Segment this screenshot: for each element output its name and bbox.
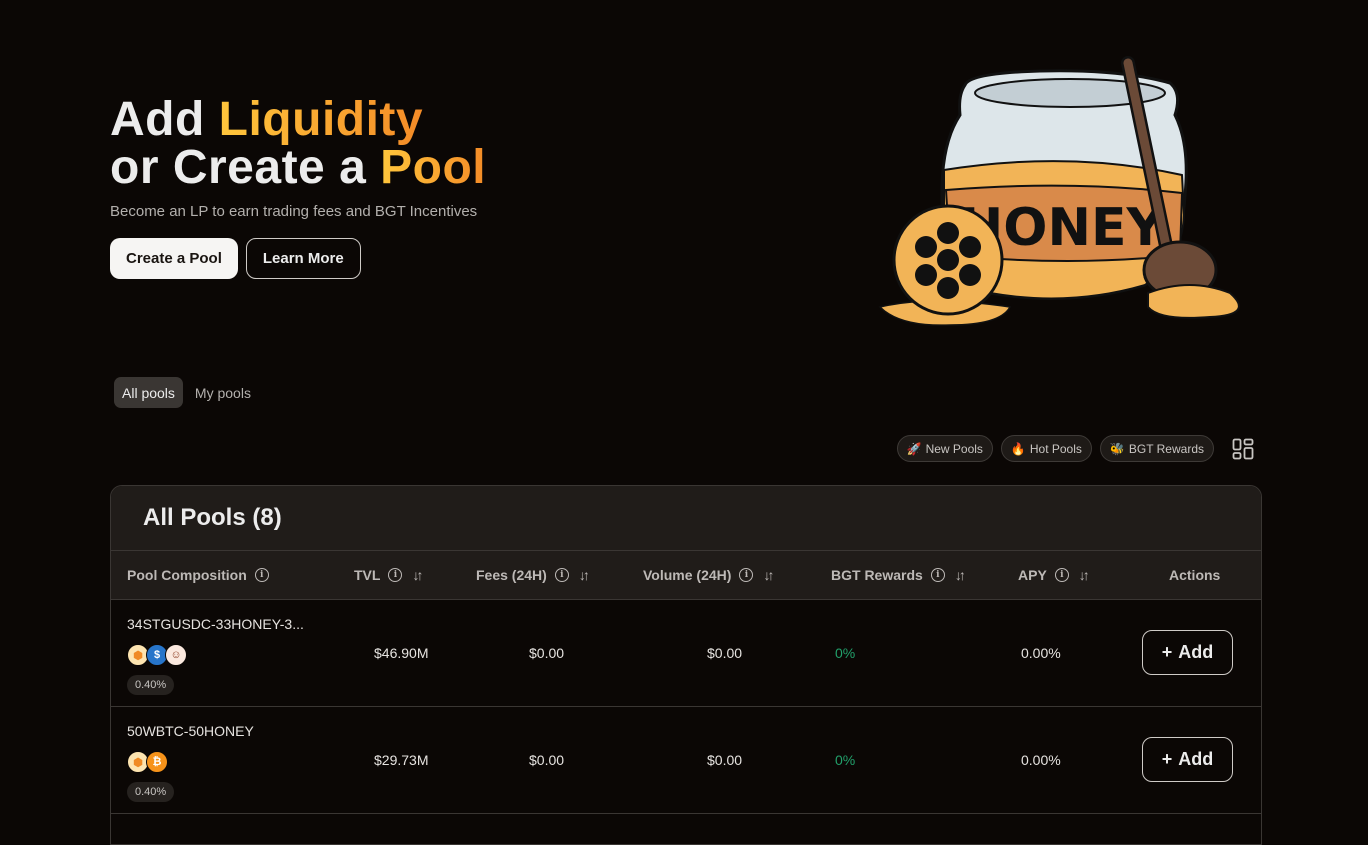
add-label: Add — [1178, 642, 1214, 662]
volume-value: $0.00 — [707, 752, 743, 768]
learn-more-button[interactable]: Learn More — [245, 238, 361, 279]
bgt-rewards-value: 0% — [835, 752, 856, 768]
sort-icon[interactable]: ↓↑ — [955, 567, 966, 583]
info-icon[interactable]: i — [388, 568, 403, 582]
col-label: TVL — [354, 567, 381, 583]
rocket-icon: 🚀 — [906, 441, 922, 456]
tvl-value: $29.73M — [374, 752, 429, 768]
pool-tabs: All pools My pools — [114, 377, 259, 408]
grid-layout-icon — [1232, 438, 1254, 459]
pools-table-card: All Pools (8) Pool Composition i TVL i ↓… — [110, 485, 1262, 845]
fees-value: $0.00 — [529, 752, 565, 768]
fee-badge: 0.40% — [127, 675, 175, 695]
grid-view-toggle[interactable] — [1230, 436, 1256, 462]
title-line1-plain: Add — [110, 93, 219, 146]
pool-name[interactable]: 50WBTC-50HONEY — [127, 723, 254, 739]
table-row[interactable]: 34STGUSDC-33HONEY-3... ⬢ $ ☺ 0.40% $46.9… — [111, 600, 1261, 707]
add-label: Add — [1178, 749, 1214, 769]
page-title: Add Liquidity or Create a Pool — [110, 96, 486, 192]
bear-token-icon: ☺ — [165, 644, 187, 666]
title-line2-plain: or Create a — [110, 141, 381, 194]
filter-label: BGT Rewards — [1128, 441, 1204, 456]
sort-icon[interactable]: ↓↑ — [1079, 567, 1090, 583]
filter-label: Hot Pools — [1029, 441, 1082, 456]
tvl-value: $46.90M — [374, 645, 429, 661]
add-liquidity-button[interactable]: + Add — [1142, 737, 1233, 782]
table-title: All Pools (8) — [111, 486, 1261, 551]
col-volume[interactable]: Volume (24H) i ↓↑ — [643, 551, 774, 599]
create-pool-button[interactable]: Create a Pool — [110, 238, 238, 279]
apy-value: 0.00% — [1021, 645, 1061, 661]
bgt-rewards-value: 0% — [835, 645, 856, 661]
bee-icon: 🐝 — [1109, 441, 1125, 456]
col-actions: Actions — [1169, 551, 1220, 599]
tab-my-pools[interactable]: My pools — [187, 377, 259, 408]
col-label: Actions — [1169, 567, 1221, 583]
col-label: Fees (24H) — [476, 567, 547, 583]
col-label: Pool Composition — [127, 567, 247, 583]
title-line1-accent: Liquidity — [218, 93, 424, 146]
wbtc-token-icon: ₿ — [146, 751, 168, 773]
col-fees[interactable]: Fees (24H) i ↓↑ — [476, 551, 590, 599]
token-icons: ⬢ $ ☺ — [127, 644, 187, 666]
info-icon[interactable]: i — [1054, 568, 1069, 582]
filter-chips: 🚀 New Pools 🔥 Hot Pools 🐝 BGT Rewards — [896, 435, 1256, 462]
filter-label: New Pools — [925, 441, 983, 456]
hero-section: Add Liquidity or Create a Pool Become an… — [110, 96, 486, 279]
apy-value: 0.00% — [1021, 752, 1061, 768]
col-label: BGT Rewards — [831, 567, 923, 583]
volume-value: $0.00 — [707, 645, 743, 661]
info-icon[interactable]: i — [739, 568, 754, 582]
info-icon[interactable]: i — [930, 568, 945, 582]
table-header: Pool Composition i TVL i ↓↑ Fees (24H) i… — [111, 551, 1261, 600]
fee-badge: 0.40% — [127, 782, 175, 802]
token-icons: ⬢ ₿ — [127, 751, 168, 773]
filter-bgt-rewards[interactable]: 🐝 BGT Rewards — [1099, 435, 1214, 462]
col-label: Volume (24H) — [643, 567, 732, 583]
hero-subtitle: Become an LP to earn trading fees and BG… — [110, 203, 478, 220]
sort-icon[interactable]: ↓↑ — [412, 567, 423, 583]
fire-icon: 🔥 — [1010, 441, 1026, 456]
sort-icon[interactable]: ↓↑ — [763, 567, 774, 583]
honey-jar-illustration: HONEY — [878, 56, 1240, 326]
fees-value: $0.00 — [529, 645, 565, 661]
col-label: APY — [1018, 567, 1047, 583]
plus-icon: + — [1161, 749, 1173, 769]
tab-all-pools[interactable]: All pools — [114, 377, 183, 408]
filter-hot-pools[interactable]: 🔥 Hot Pools — [1000, 435, 1092, 462]
info-icon[interactable]: i — [554, 568, 569, 582]
pool-name[interactable]: 34STGUSDC-33HONEY-3... — [127, 616, 304, 632]
col-pool-composition: Pool Composition i — [127, 551, 269, 599]
filter-new-pools[interactable]: 🚀 New Pools — [896, 435, 993, 462]
table-row[interactable]: 50WBTC-50HONEY ⬢ ₿ 0.40% $29.73M $0.00 $… — [111, 707, 1261, 814]
info-icon[interactable]: i — [254, 568, 269, 582]
title-line2-accent: Pool — [380, 141, 487, 194]
col-bgt-rewards[interactable]: BGT Rewards i ↓↑ — [831, 551, 966, 599]
sort-icon[interactable]: ↓↑ — [579, 567, 590, 583]
col-apy[interactable]: APY i ↓↑ — [1018, 551, 1090, 599]
plus-icon: + — [1161, 642, 1173, 662]
col-tvl[interactable]: TVL i ↓↑ — [354, 551, 423, 599]
add-liquidity-button[interactable]: + Add — [1142, 630, 1233, 675]
